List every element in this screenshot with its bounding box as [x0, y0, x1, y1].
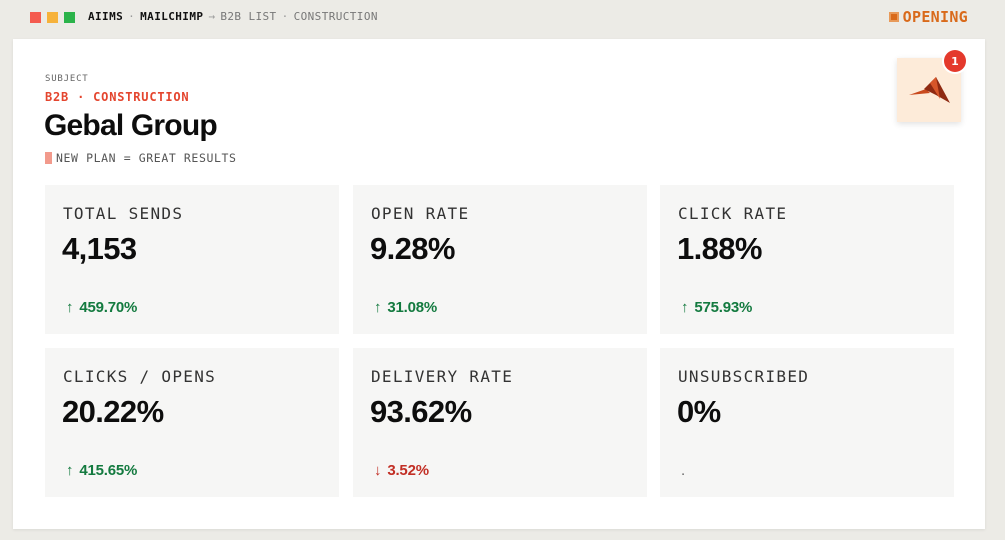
delta-value: 31.08%: [387, 299, 437, 316]
close-button[interactable]: [30, 12, 41, 23]
window-controls: [30, 12, 75, 23]
breadcrumb-separator: ·: [128, 10, 136, 23]
metric-label: TOTAL SENDS: [63, 204, 184, 223]
status-square-icon: [888, 12, 899, 22]
mountain-logo-icon: [909, 77, 950, 103]
arrow-up-icon: ↑: [374, 299, 382, 316]
metric-delta: ↑ 459.70%: [66, 299, 137, 316]
metric-tile-total-sends: TOTAL SENDS 4,153 ↑ 459.70%: [45, 185, 339, 334]
metric-value: 9.28%: [370, 231, 456, 266]
metric-delta: ↓ 3.52%: [374, 462, 429, 479]
arrow-up-icon: ↑: [66, 462, 74, 479]
delta-value: .: [681, 462, 685, 479]
maximize-button[interactable]: [64, 12, 75, 23]
metric-value: 0%: [677, 394, 721, 429]
title-bar: AIIMS · MAILCHIMP → B2B LIST · CONSTRUCTION OP…: [0, 0, 1005, 38]
tagline-marker: [45, 152, 52, 164]
delta-value: 3.52%: [387, 462, 429, 479]
breadcrumb-app[interactable]: AIIMS: [88, 10, 123, 23]
breadcrumb-separator: ·: [281, 10, 289, 23]
status-label: OPENING: [902, 8, 968, 26]
metric-delta: ↑ 415.65%: [66, 462, 137, 479]
breadcrumb-list[interactable]: B2B LIST: [220, 10, 276, 23]
notification-badge[interactable]: 1: [944, 50, 966, 72]
tagline-text: NEW PLAN = GREAT RESULTS: [56, 151, 237, 165]
delta-value: 459.70%: [79, 299, 138, 316]
metric-tile-open-rate: OPEN RATE 9.28% ↑ 31.08%: [353, 185, 647, 334]
subject-label: SUBJECT: [45, 74, 89, 84]
metric-label: UNSUBSCRIBED: [678, 367, 810, 386]
arrow-up-icon: ↑: [66, 299, 74, 316]
metric-label: CLICK RATE: [678, 204, 788, 223]
status-indicator: OPENING: [888, 8, 968, 26]
breadcrumb-segment[interactable]: CONSTRUCTION: [294, 10, 378, 23]
breadcrumb-arrow-icon: →: [208, 10, 216, 23]
metric-delta: .: [681, 462, 685, 479]
category-label: B2B · CONSTRUCTION: [45, 90, 190, 104]
delta-value: 575.93%: [694, 299, 753, 316]
metric-label: DELIVERY RATE: [371, 367, 514, 386]
metric-tile-clicks-opens: CLICKS / OPENS 20.22% ↑ 415.65%: [45, 348, 339, 497]
arrow-down-icon: ↓: [374, 462, 382, 479]
arrow-up-icon: ↑: [681, 299, 689, 316]
metric-tile-unsubscribed: UNSUBSCRIBED 0% .: [660, 348, 954, 497]
campaign-card: SUBJECT B2B · CONSTRUCTION Gebal Group N…: [13, 39, 985, 529]
metric-delta: ↑ 31.08%: [374, 299, 437, 316]
breadcrumb: AIIMS · MAILCHIMP → B2B LIST · CONSTRUCTION: [88, 10, 378, 23]
metric-value: 4,153: [62, 231, 137, 266]
minimize-button[interactable]: [47, 12, 58, 23]
metric-value: 93.62%: [370, 394, 472, 429]
tagline: NEW PLAN = GREAT RESULTS: [45, 151, 237, 165]
metric-delta: ↑ 575.93%: [681, 299, 752, 316]
metric-tile-click-rate: CLICK RATE 1.88% ↑ 575.93%: [660, 185, 954, 334]
metric-tile-delivery-rate: DELIVERY RATE 93.62% ↓ 3.52%: [353, 348, 647, 497]
metric-value: 20.22%: [62, 394, 164, 429]
company-name: Gebal Group: [44, 109, 218, 142]
delta-value: 415.65%: [79, 462, 138, 479]
metric-label: OPEN RATE: [371, 204, 470, 223]
metric-label: CLICKS / OPENS: [63, 367, 217, 386]
metric-value: 1.88%: [677, 231, 763, 266]
breadcrumb-service[interactable]: MAILCHIMP: [140, 10, 203, 23]
